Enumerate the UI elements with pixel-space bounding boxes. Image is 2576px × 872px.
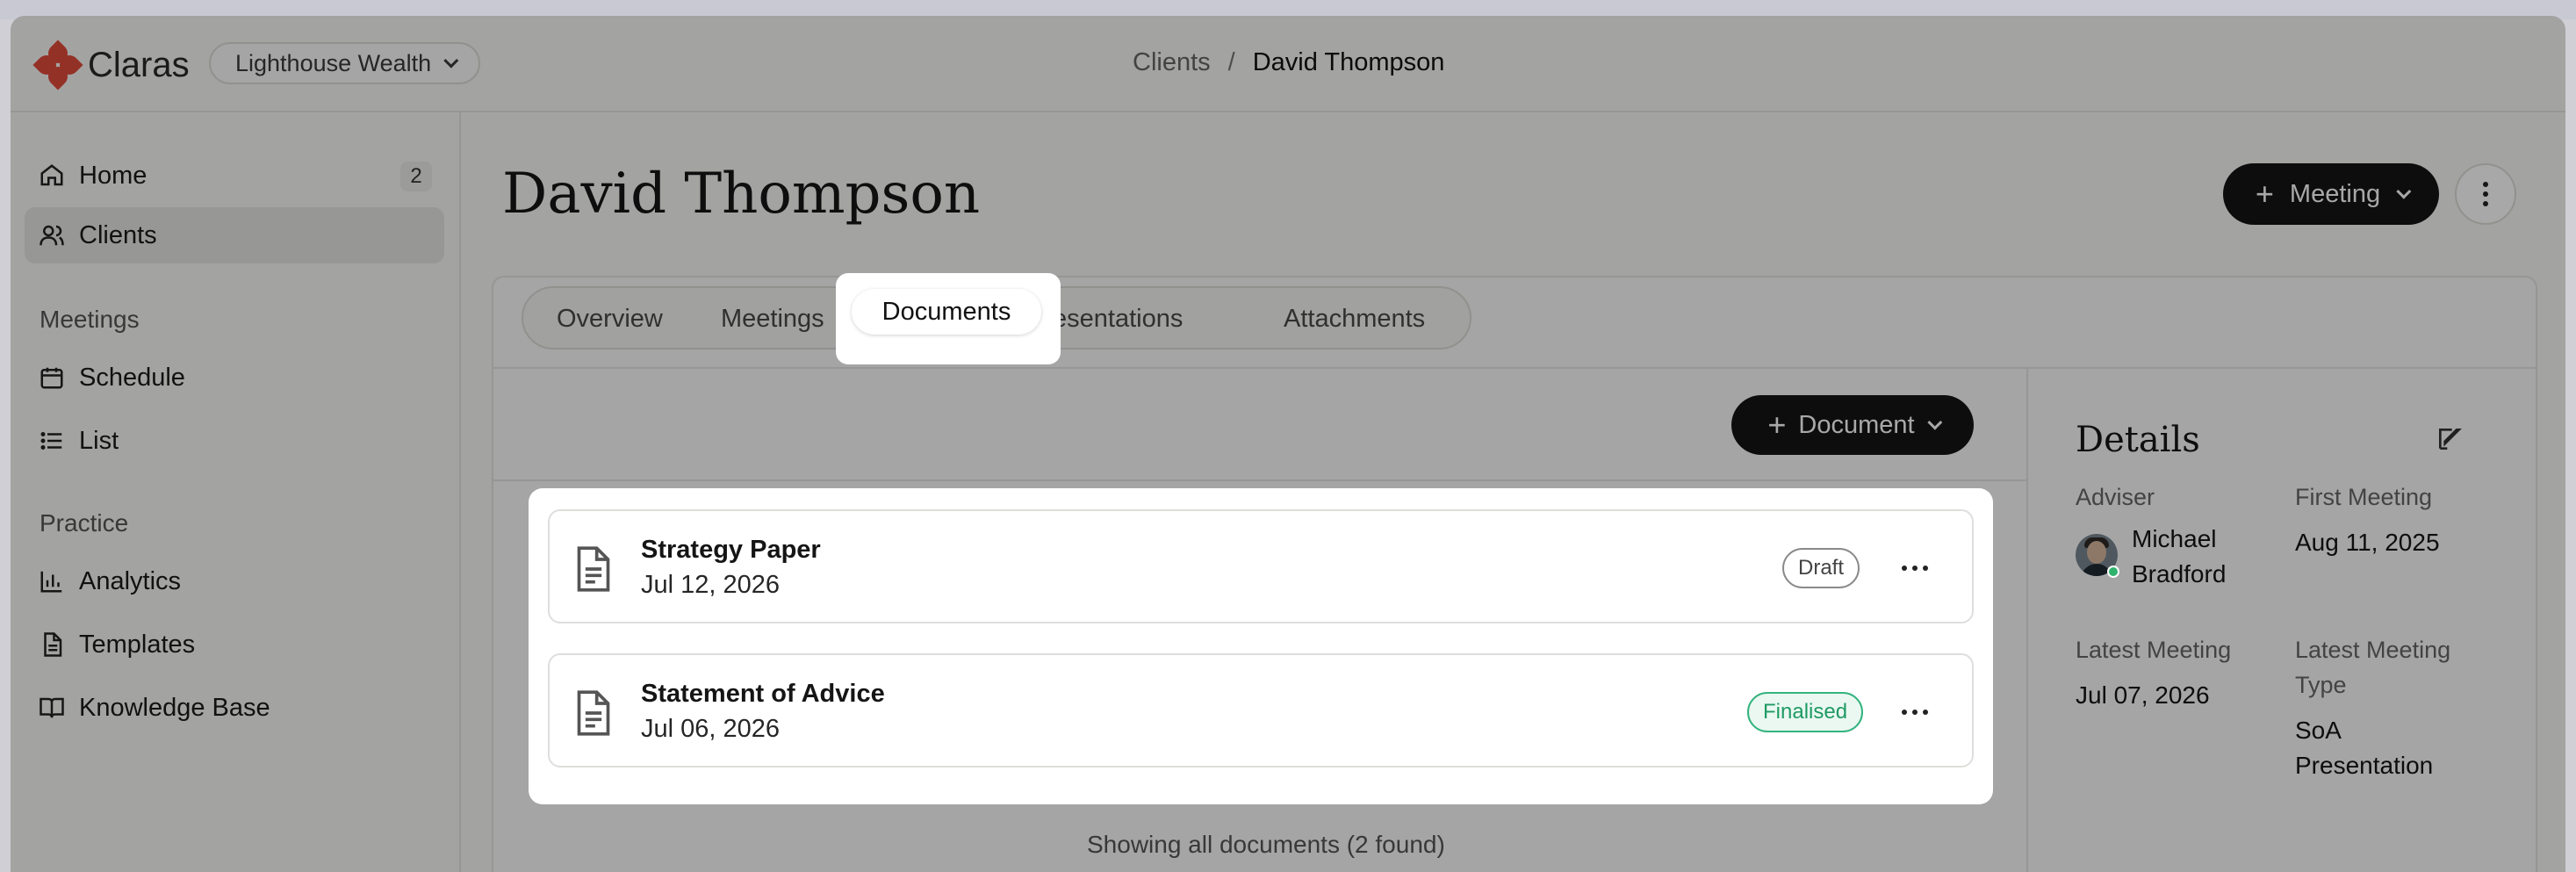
more-options-button[interactable]: [2455, 163, 2516, 225]
sidebar-item-home[interactable]: Home 2: [25, 148, 444, 204]
add-document-label: Document: [1798, 410, 1915, 439]
chevron-down-icon: [2396, 184, 2412, 199]
sidebar-item-label: Clients: [79, 220, 157, 249]
sidebar-item-list[interactable]: List: [25, 413, 444, 469]
edit-icon[interactable]: [2436, 425, 2464, 453]
toolbar-divider: [492, 479, 2026, 481]
tab-overview[interactable]: Overview: [557, 297, 663, 341]
sidebar-item-label: Analytics: [79, 566, 182, 595]
plus-icon: +: [1767, 407, 1787, 443]
document-icon: [39, 631, 65, 658]
page-title: David Thompson: [502, 162, 981, 227]
document-row-statement-of-advice[interactable]: Statement of Advice Jul 06, 2026 Finalis…: [548, 653, 1974, 768]
document-row-strategy-paper[interactable]: Strategy Paper Jul 12, 2026 Draft: [548, 509, 1974, 623]
more-horizontal-icon[interactable]: [1902, 566, 1928, 571]
first-meeting-label: First Meeting: [2295, 484, 2433, 510]
adviser-name-last: Bradford: [2132, 560, 2227, 587]
latest-meeting-type-value-cont: Presentation: [2295, 752, 2434, 779]
sidebar-item-schedule[interactable]: Schedule: [25, 350, 444, 406]
document-name: Statement of Advice: [641, 680, 885, 708]
add-meeting-label: Meeting: [2289, 179, 2381, 208]
details-divider: [2026, 369, 2028, 872]
latest-meeting-type-label-cont: Type: [2295, 672, 2347, 698]
breadcrumb: Clients / David Thompson: [1133, 48, 1444, 77]
more-horizontal-icon[interactable]: [1902, 710, 1928, 715]
users-icon: [39, 222, 65, 249]
tabs-divider: [492, 367, 2537, 369]
sidebar-item-templates[interactable]: Templates: [25, 616, 444, 673]
top-header: Claras Lighthouse Wealth Clients / David…: [11, 16, 2565, 112]
sidebar-item-label: Templates: [79, 630, 196, 659]
document-date: Jul 06, 2026: [641, 715, 781, 743]
app-logo[interactable]: Claras: [32, 40, 190, 90]
claras-logo-icon: [32, 40, 83, 90]
sidebar-item-clients[interactable]: Clients: [25, 207, 444, 263]
sidebar: Home 2 Clients Meetings Schedule List Pr…: [11, 112, 461, 872]
add-document-button[interactable]: + Document: [1731, 395, 1974, 455]
sidebar-item-label: Knowledge Base: [79, 693, 270, 722]
latest-meeting-label: Latest Meeting: [2076, 637, 2232, 663]
adviser-name-first: Michael: [2132, 525, 2217, 552]
organization-name: Lighthouse Wealth: [235, 49, 432, 76]
app-name: Claras: [88, 45, 190, 84]
online-status-indicator: [2107, 566, 2119, 578]
section-meetings-label: Meetings: [40, 306, 140, 333]
section-practice-label: Practice: [40, 509, 129, 537]
sidebar-item-analytics[interactable]: Analytics: [25, 553, 444, 609]
breadcrumb-current: David Thompson: [1252, 48, 1445, 76]
tab-attachments[interactable]: Attachments: [1284, 297, 1425, 341]
status-badge-draft: Draft: [1782, 548, 1860, 588]
chevron-down-icon: [1926, 414, 1942, 430]
first-meeting-value: Aug 11, 2025: [2295, 529, 2440, 556]
add-meeting-button[interactable]: + Meeting: [2223, 163, 2439, 225]
breadcrumb-clients-link[interactable]: Clients: [1133, 48, 1211, 77]
tab-documents[interactable]: Documents: [852, 289, 1041, 335]
app-window: Claras Lighthouse Wealth Clients / David…: [11, 16, 2565, 872]
document-name: Strategy Paper: [641, 536, 821, 564]
document-icon: [577, 690, 610, 736]
plus-icon: +: [2255, 176, 2274, 212]
latest-meeting-type-label: Latest Meeting: [2295, 637, 2451, 663]
latest-meeting-type-value: SoA: [2295, 717, 2342, 744]
chevron-down-icon: [443, 53, 459, 68]
book-icon: [39, 695, 65, 721]
latest-meeting-value: Jul 07, 2026: [2076, 681, 2210, 709]
sidebar-item-knowledge-base[interactable]: Knowledge Base: [25, 680, 444, 736]
sidebar-item-label: Home: [79, 161, 148, 190]
organization-switcher[interactable]: Lighthouse Wealth: [209, 42, 481, 84]
breadcrumb-separator: /: [1227, 48, 1235, 76]
bar-chart-icon: [39, 568, 65, 595]
document-icon: [577, 546, 610, 592]
more-vertical-icon: [2483, 182, 2488, 206]
home-icon: [39, 162, 65, 189]
document-date: Jul 12, 2026: [641, 571, 781, 599]
status-badge-finalised: Finalised: [1747, 692, 1864, 732]
list-icon: [39, 428, 65, 454]
tab-spotlight: Documents: [836, 273, 1061, 364]
documents-spotlight: Strategy Paper Jul 12, 2026 Draft Statem…: [529, 488, 1993, 804]
calendar-icon: [39, 364, 65, 391]
adviser-label: Adviser: [2076, 484, 2155, 510]
notification-count-badge: 2: [400, 162, 432, 191]
sidebar-item-label: List: [79, 426, 119, 455]
documents-count-text: Showing all documents (2 found): [1087, 831, 1445, 858]
tab-meetings[interactable]: Meetings: [721, 297, 824, 341]
details-title: Details: [2076, 420, 2200, 460]
sidebar-item-label: Schedule: [79, 363, 185, 392]
